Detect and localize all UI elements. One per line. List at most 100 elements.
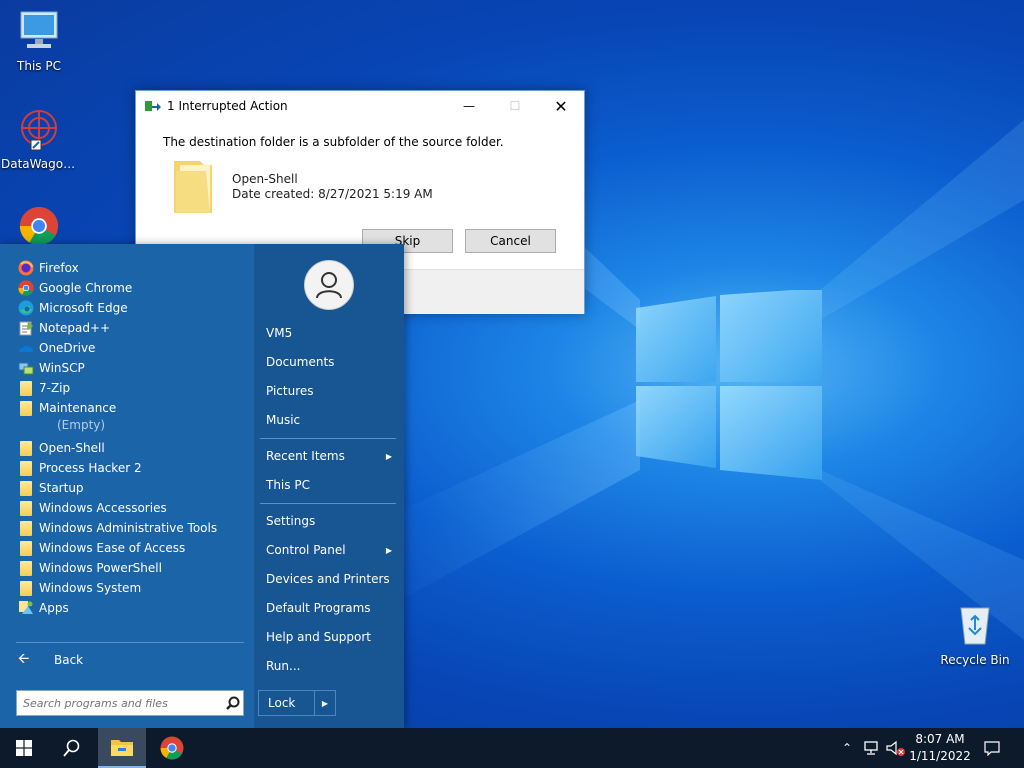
menu-item-label: Settings (266, 514, 316, 528)
clock-time: 8:07 AM (915, 732, 965, 746)
menu-item-this-pc[interactable]: This PC (266, 475, 396, 495)
menu-item-label: This PC (266, 478, 310, 492)
folder-icon (20, 460, 32, 476)
recycle-bin-icon (960, 607, 990, 645)
taskbar-file-explorer-button[interactable] (98, 728, 146, 768)
program-item[interactable]: Startup (18, 478, 84, 498)
firefox-icon (18, 260, 34, 276)
program-item[interactable]: OneDrive (18, 338, 95, 358)
folder-icon (20, 400, 32, 416)
menu-item-music[interactable]: Music (266, 410, 396, 430)
program-item[interactable]: Windows Accessories (18, 498, 167, 518)
back-arrow-icon: 🡨 (18, 651, 30, 667)
program-label: Apps (39, 601, 69, 615)
close-button[interactable]: ✕ (538, 91, 584, 121)
windows-logo-wallpaper (636, 290, 822, 480)
desktop-icon-datawagon[interactable]: DataWagon... (1, 106, 77, 171)
volume-muted-icon (886, 740, 905, 756)
program-item[interactable]: Windows PowerShell (18, 558, 162, 578)
clock-date: 1/11/2022 (909, 749, 971, 763)
start-button[interactable] (0, 728, 48, 768)
show-hidden-icons-button[interactable]: ⌃ (836, 728, 858, 768)
chrome-icon (160, 736, 184, 760)
search-icon[interactable] (223, 693, 243, 713)
program-item[interactable]: Notepad++ (18, 318, 110, 338)
menu-item-default-programs[interactable]: Default Programs (266, 598, 396, 618)
program-item[interactable]: Windows Ease of Access (18, 538, 185, 558)
program-label: Google Chrome (39, 281, 133, 295)
computer-icon (20, 11, 58, 48)
program-item[interactable]: Apps (18, 598, 69, 618)
search-box[interactable] (16, 690, 244, 716)
menu-item-help-support[interactable]: Help and Support (266, 627, 396, 647)
menu-item-documents[interactable]: Documents (266, 352, 396, 372)
program-item[interactable]: Firefox (18, 258, 79, 278)
cancel-button[interactable]: Cancel (465, 229, 556, 253)
menu-item-pictures[interactable]: Pictures (266, 381, 396, 401)
menu-item-user[interactable]: VM5 (266, 323, 396, 343)
menu-item-label: Run... (266, 659, 301, 673)
menu-item-settings[interactable]: Settings (266, 511, 396, 531)
menu-item-control-panel[interactable]: Control Panel ▶ (266, 540, 396, 560)
desktop-icon-label: DataWagon... (1, 157, 77, 171)
chrome-icon (18, 280, 34, 296)
network-status-button[interactable] (860, 728, 884, 768)
program-label: Windows Administrative Tools (39, 521, 218, 535)
menu-item-label: Devices and Printers (266, 572, 390, 586)
desktop-icon-recycle-bin[interactable]: Recycle Bin (937, 602, 1013, 667)
network-disconnected-icon (864, 741, 878, 755)
minimize-button[interactable]: — (446, 91, 492, 121)
menu-item-recent-items[interactable]: Recent Items ▶ (266, 446, 396, 466)
back-label: Back (54, 653, 84, 667)
onedrive-icon (18, 340, 34, 356)
menu-item-devices-printers[interactable]: Devices and Printers (266, 569, 396, 589)
menu-item-label: Pictures (266, 384, 314, 398)
folder-icon (20, 520, 32, 536)
menu-item-run[interactable]: Run... (266, 656, 396, 676)
program-item[interactable]: Process Hacker 2 (18, 458, 142, 478)
empty-label: (Empty) (57, 418, 106, 432)
program-label: Windows PowerShell (39, 561, 162, 575)
taskbar-search-button[interactable] (48, 728, 96, 768)
search-icon (63, 739, 80, 757)
desktop-icon-this-pc[interactable]: This PC (1, 8, 77, 73)
dialog-item-date: Date created: 8/27/2021 5:19 AM (232, 187, 433, 201)
program-item[interactable]: Open-Shell (18, 438, 105, 458)
program-label: Microsoft Edge (39, 301, 128, 315)
program-label: Firefox (39, 261, 79, 275)
notepadpp-icon (18, 320, 34, 336)
program-label: Windows System (39, 581, 142, 595)
menu-item-label: Recent Items (266, 449, 345, 463)
user-avatar[interactable] (304, 260, 354, 310)
taskbar-clock[interactable]: 8:07 AM 1/11/2022 (904, 731, 976, 765)
submenu-arrow-icon: ▶ (385, 545, 392, 555)
separator (260, 438, 396, 439)
menu-item-label: Default Programs (266, 601, 371, 615)
lock-button[interactable]: Lock ▶ (258, 690, 336, 716)
desktop-icon-google-chrome[interactable] (1, 206, 77, 249)
search-input[interactable] (17, 695, 223, 711)
folder-icon (174, 161, 212, 213)
menu-item-label: Music (266, 413, 301, 427)
dialog-item-name: Open-Shell (232, 172, 298, 186)
program-label: Windows Ease of Access (39, 541, 186, 555)
folder-icon (20, 560, 32, 576)
program-item[interactable]: Windows System (18, 578, 141, 598)
separator (260, 503, 396, 504)
program-item[interactable]: Maintenance (18, 398, 116, 418)
dialog-titlebar[interactable]: 1 Interrupted Action — ☐ ✕ (136, 91, 584, 121)
action-center-button[interactable] (978, 728, 1006, 768)
lock-options-arrow-icon[interactable]: ▶ (314, 691, 335, 715)
program-item[interactable]: Microsoft Edge (18, 298, 128, 318)
taskbar: ⌃ 8:07 AM 1/11/2022 (0, 728, 1024, 768)
taskbar-chrome-button[interactable] (148, 728, 196, 768)
program-item[interactable]: WinSCP (18, 358, 85, 378)
back-button[interactable]: 🡨 Back (18, 650, 83, 670)
program-item[interactable]: Google Chrome (18, 278, 132, 298)
program-item[interactable]: Windows Administrative Tools (18, 518, 217, 538)
copy-progress-icon (145, 101, 161, 111)
maximize-button[interactable]: ☐ (492, 91, 538, 121)
program-item[interactable]: 7-Zip (18, 378, 70, 398)
lock-label: Lock (268, 696, 296, 710)
dialog-title: 1 Interrupted Action (167, 99, 288, 113)
